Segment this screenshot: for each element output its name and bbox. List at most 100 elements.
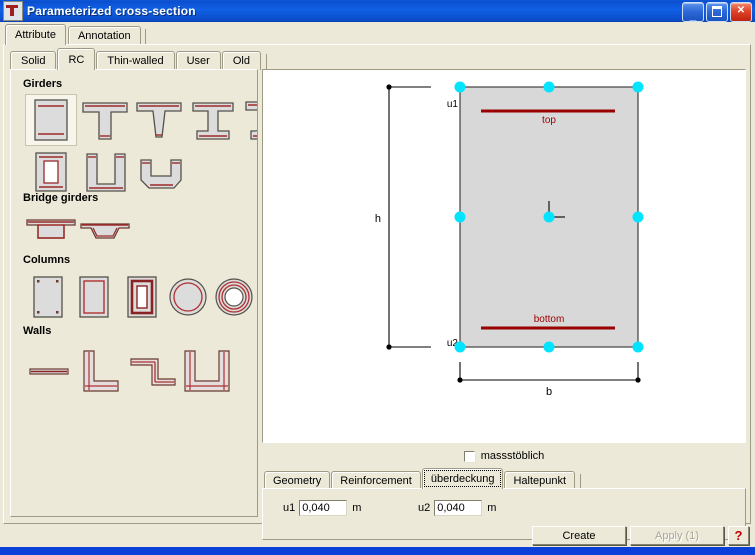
tab-strip-divider bbox=[144, 29, 146, 45]
handle-bottom-left[interactable] bbox=[454, 341, 466, 353]
tab-solid[interactable]: Solid bbox=[10, 51, 57, 70]
cover-top-label: u1 bbox=[447, 99, 459, 110]
tab-attribute-label: Attribute bbox=[15, 29, 56, 41]
shape-trapezoid-u-girder[interactable] bbox=[135, 148, 189, 196]
handle-bottom-right[interactable] bbox=[632, 341, 644, 353]
box-bridge-girder-icon bbox=[26, 219, 76, 239]
handle-mid-right[interactable] bbox=[632, 211, 644, 223]
tab-old[interactable]: Old bbox=[221, 51, 261, 70]
tab-ueberdeckung[interactable]: überdeckung bbox=[421, 468, 504, 489]
rectangular-column-stirrup-icon bbox=[79, 276, 109, 318]
handle-center[interactable] bbox=[543, 211, 555, 223]
maximize-button[interactable] bbox=[706, 2, 728, 22]
shape-t-beam-girder[interactable] bbox=[79, 94, 131, 146]
z-shaped-wall-icon bbox=[130, 358, 176, 386]
tab-reinforcement[interactable]: Reinforcement bbox=[331, 471, 421, 489]
shape-annular-column[interactable] bbox=[211, 273, 257, 321]
shape-rectangular-column-stirrup[interactable] bbox=[71, 273, 117, 321]
preview-and-properties: h top bottom u1 u2 b massstöblich Geomet… bbox=[262, 69, 746, 540]
section-tab-divider bbox=[265, 54, 267, 70]
shape-hollow-rectangular-column[interactable] bbox=[119, 273, 165, 321]
shape-u-shaped-wall[interactable] bbox=[179, 346, 235, 396]
tab-attribute[interactable]: Attribute bbox=[5, 24, 66, 45]
shape-z-shaped-wall[interactable] bbox=[127, 346, 179, 396]
shape-box-bridge-girder[interactable] bbox=[23, 212, 79, 246]
shape-l-shaped-wall[interactable] bbox=[75, 346, 127, 396]
u1-label: u1 bbox=[283, 502, 296, 514]
u2-label: u2 bbox=[418, 502, 431, 514]
handle-top-left[interactable] bbox=[454, 81, 466, 93]
tab-geometry[interactable]: Geometry bbox=[264, 471, 331, 489]
flanged-i-girder-icon bbox=[245, 101, 257, 140]
group-title-bridge-girders: Bridge girders bbox=[23, 192, 99, 204]
tab-haltepunkt[interactable]: Haltepunkt bbox=[504, 471, 576, 489]
tab-solid-label: Solid bbox=[21, 55, 46, 67]
tab-geometry-label: Geometry bbox=[273, 474, 322, 487]
shape-circular-column[interactable] bbox=[165, 273, 211, 321]
apply-button[interactable]: Apply (1) bbox=[630, 526, 724, 545]
shape-i-beam-girder[interactable] bbox=[187, 94, 239, 146]
tab-user-label: User bbox=[186, 55, 210, 67]
property-tab-strip: Geometry Reinforcement überdeckung Halte… bbox=[264, 468, 582, 489]
massstoeblich-checkbox[interactable] bbox=[463, 450, 475, 462]
handle-bottom-center[interactable] bbox=[543, 341, 555, 353]
bottom-rebar-label: bottom bbox=[534, 314, 565, 325]
tab-thin-walled[interactable]: Thin-walled bbox=[96, 51, 175, 70]
annular-column-icon bbox=[215, 278, 253, 316]
tab-annotation-label: Annotation bbox=[77, 30, 131, 42]
property-tab-divider bbox=[580, 474, 582, 489]
u2-unit: m bbox=[487, 502, 497, 514]
handle-top-right[interactable] bbox=[632, 81, 644, 93]
width-dimension-label: b bbox=[546, 386, 552, 398]
create-button-label: Create bbox=[562, 529, 596, 542]
dimension-endpoint bbox=[635, 377, 641, 383]
shape-tapered-t-beam-girder[interactable] bbox=[133, 94, 185, 146]
minimize-button[interactable]: _ bbox=[682, 2, 704, 22]
create-button[interactable]: Create bbox=[532, 526, 626, 545]
i-beam-girder-icon bbox=[192, 102, 234, 140]
title-bar[interactable]: Parameterized cross-section _ ✕ bbox=[0, 0, 755, 22]
tab-ueberdeckung-label: überdeckung bbox=[430, 473, 495, 485]
shape-palette: Girders Bridge girders Columns Walls bbox=[10, 69, 258, 517]
status-strip bbox=[0, 547, 755, 555]
tab-rc[interactable]: RC bbox=[57, 48, 96, 70]
cross-section-preview[interactable]: h top bottom u1 u2 b bbox=[262, 69, 746, 443]
tab-old-label: Old bbox=[232, 55, 250, 67]
handle-top-center[interactable] bbox=[543, 81, 555, 93]
window-title: Parameterized cross-section bbox=[27, 4, 196, 18]
client-area: Attribute Annotation Solid RC Thin-walle… bbox=[0, 22, 755, 547]
scale-checkbox-row: massstöblich bbox=[262, 447, 746, 465]
u-channel-girder-icon bbox=[86, 153, 126, 192]
u2-input[interactable] bbox=[434, 500, 483, 516]
width-dimension bbox=[459, 362, 639, 381]
shape-flanged-i-girder[interactable] bbox=[241, 94, 257, 146]
action-bar: Create Apply (1) ? bbox=[3, 526, 751, 546]
u1-unit: m bbox=[352, 502, 362, 514]
tab-haltepunkt-label: Haltepunkt bbox=[513, 474, 567, 487]
trapezoidal-box-bridge-girder-icon bbox=[80, 223, 130, 239]
circular-column-icon bbox=[169, 278, 207, 316]
height-dimension bbox=[388, 86, 431, 348]
shape-hollow-rectangle-girder[interactable] bbox=[25, 148, 77, 196]
tapered-t-beam-girder-icon bbox=[136, 102, 182, 138]
u-shaped-wall-icon bbox=[184, 350, 230, 392]
handle-mid-left[interactable] bbox=[454, 211, 466, 223]
shape-rectangle-girder[interactable] bbox=[25, 94, 77, 146]
shape-straight-wall[interactable] bbox=[23, 346, 75, 396]
l-shaped-wall-icon bbox=[83, 350, 119, 392]
shape-trapezoidal-box-bridge-girder[interactable] bbox=[77, 212, 133, 246]
cover-field-u2-row: u2 m bbox=[418, 500, 496, 516]
help-button[interactable]: ? bbox=[728, 526, 749, 545]
tab-rc-label: RC bbox=[68, 53, 85, 66]
shape-rectangular-column-corner-bars[interactable] bbox=[25, 273, 71, 321]
hollow-rectangular-column-icon bbox=[127, 276, 157, 318]
tab-user[interactable]: User bbox=[175, 51, 221, 70]
window-buttons: _ ✕ bbox=[682, 2, 752, 22]
close-button[interactable]: ✕ bbox=[730, 2, 752, 22]
u1-input[interactable] bbox=[299, 500, 348, 516]
tab-annotation[interactable]: Annotation bbox=[67, 26, 141, 45]
shape-u-channel-girder[interactable] bbox=[79, 148, 133, 196]
rectangle-girder-icon bbox=[34, 99, 68, 141]
outer-tab-strip: Attribute Annotation bbox=[5, 24, 146, 45]
hollow-rectangle-girder-icon bbox=[35, 152, 67, 192]
